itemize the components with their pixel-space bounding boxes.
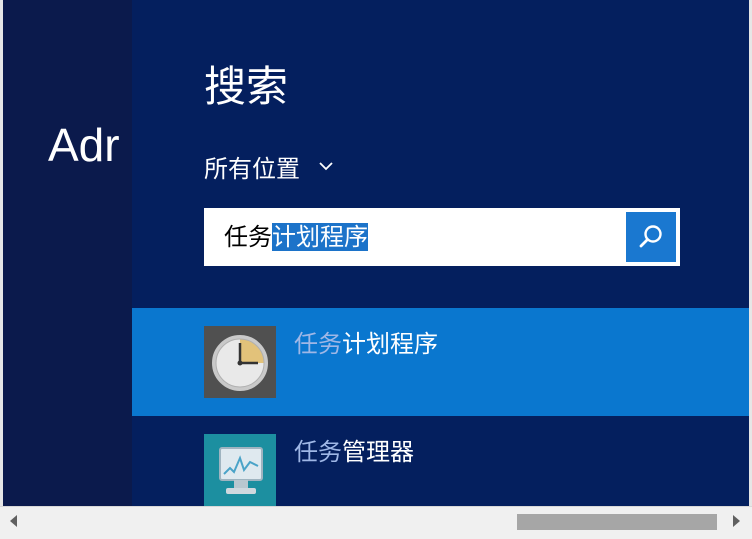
horizontal-scrollbar[interactable]	[0, 506, 752, 539]
window-edge	[0, 0, 3, 506]
search-input[interactable]: 任务计划程序	[204, 208, 680, 266]
chevron-down-icon	[319, 162, 333, 171]
clock-icon	[204, 326, 276, 398]
search-button[interactable]	[626, 212, 676, 262]
result-label: 任务管理器	[294, 438, 414, 466]
search-input-text[interactable]: 任务计划程序	[224, 221, 368, 253]
background-app-strip: Adr	[0, 0, 132, 506]
scroll-left-icon[interactable]	[10, 515, 17, 527]
scrollbar-thumb[interactable]	[517, 514, 717, 530]
search-scope-label: 所有位置	[204, 154, 300, 183]
scroll-right-icon[interactable]	[733, 515, 740, 527]
search-charm-panel: 搜索 所有位置 任务计划程序 任务计划程序 任务管理器	[132, 0, 752, 506]
result-label: 任务计划程序	[294, 330, 438, 358]
task-manager-icon	[204, 434, 276, 506]
background-app-title: Adr	[48, 119, 120, 171]
search-icon	[639, 225, 662, 248]
search-query-selected: 计划程序	[272, 223, 368, 251]
search-scope-dropdown[interactable]: 所有位置	[204, 148, 334, 184]
search-heading: 搜索	[204, 62, 289, 111]
search-query-typed: 任务	[224, 223, 272, 251]
result-item-task-scheduler[interactable]: 任务计划程序	[132, 308, 749, 416]
result-item-task-manager[interactable]: 任务管理器	[132, 416, 749, 506]
